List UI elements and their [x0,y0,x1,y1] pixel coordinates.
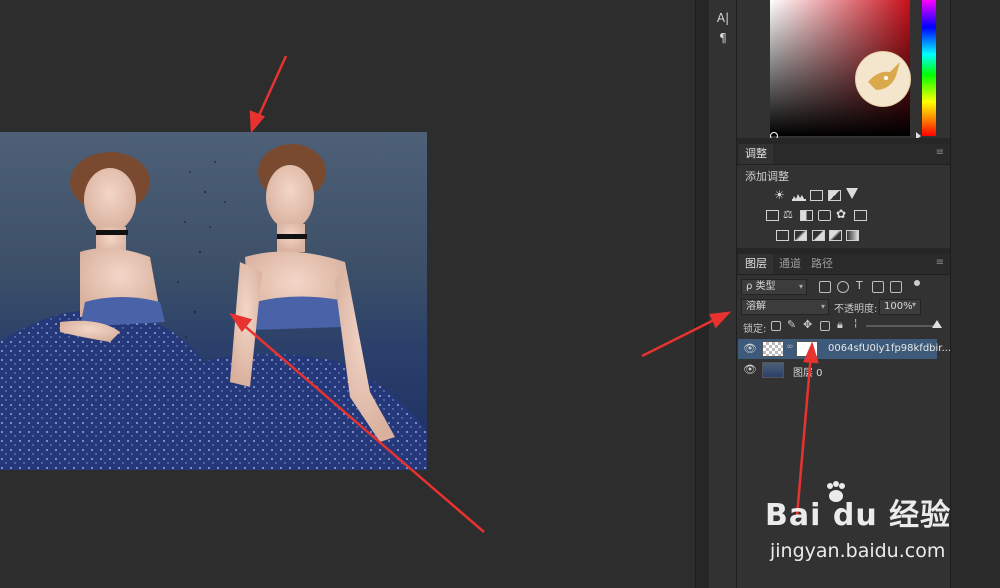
threshold-icon[interactable] [812,230,825,241]
visibility-eye-icon[interactable]: 👁︎ [743,342,757,355]
photo-filter-icon[interactable] [818,210,831,221]
blend-mode-select[interactable]: 溶解 ▾ [741,299,829,315]
hue-slider[interactable] [922,0,936,136]
filter-toggle-icon[interactable] [914,280,920,286]
hue-saturation-icon[interactable] [766,210,779,221]
layer-row[interactable]: 👁︎ ∞ 0064sfU0ly1fp98kfdbir... [738,339,951,359]
paragraph-icon: ¶ [719,31,727,45]
tab-paths[interactable]: 路径 [805,254,839,274]
collapsed-panel-strip: A| ¶ [709,0,737,588]
filter-adjustment-icon[interactable] [837,281,849,293]
lock-artboard-icon[interactable] [820,321,830,331]
tab-layers[interactable]: 图层 [739,254,773,274]
selective-color-icon[interactable] [829,230,842,241]
gradient-map-icon[interactable] [846,230,859,241]
fill-label-icon: ¦ [854,318,858,329]
bird-logo-icon [856,52,910,106]
tab-adjustments[interactable]: 调整 [739,144,773,164]
panel-menu-icon[interactable] [940,0,946,6]
filter-pixel-icon[interactable] [819,281,831,293]
curves-icon[interactable] [810,190,823,201]
lock-paint-brush-icon[interactable]: ✎ [787,318,796,331]
layers-panel-header: 图层 通道 路径 ≡ [737,254,950,275]
layer-filter-select[interactable]: ρ 类型 ▾ [741,279,807,295]
lock-all-icon[interactable]: 🔒︎ [837,318,843,332]
invert-icon[interactable] [776,230,789,241]
baidu-jingyan-watermark: Bai du 经验 jingyan.baidu.com [765,478,955,578]
panel-divider[interactable] [695,0,710,588]
layer-name[interactable]: 图层 0 [793,364,823,379]
mask-link-icon[interactable]: ∞ [786,342,794,352]
channel-mixer-icon[interactable]: ✿ [836,207,846,221]
posterize-icon[interactable] [794,230,807,241]
blend-mode-value: 溶解 [746,301,766,312]
watermark-brand: Bai du 经验 [765,498,952,533]
tab-channels[interactable]: 通道 [773,254,807,274]
layers-menu-icon[interactable]: ≡ [936,258,944,268]
chevron-down-icon: ▾ [798,282,803,291]
color-balance-icon[interactable]: ⚖ [783,208,793,221]
adjustments-panel-header: 调整 ≡ [737,144,950,165]
document-photo[interactable] [0,132,427,470]
filter-type-icon[interactable]: T [856,279,863,292]
vibrance-icon[interactable] [846,188,858,199]
layer-thumbnail [762,362,784,378]
levels-icon[interactable] [792,191,806,201]
brightness-contrast-icon[interactable]: ☀ [774,188,785,202]
layer-name[interactable]: 0064sfU0ly1fp98kfdbir... [828,343,951,354]
color-lookup-icon[interactable] [854,210,867,221]
fill-slider-handle[interactable] [932,320,942,328]
exposure-icon[interactable] [828,190,841,201]
layer-mask-thumbnail[interactable] [796,341,818,357]
watermark-url: jingyan.baidu.com [770,540,946,562]
add-adjustment-label: 添加调整 [745,170,789,183]
paragraph-panel-button[interactable]: ¶ [713,30,733,46]
layer-thumbnail [762,341,784,357]
opacity-label: 不透明度: [834,304,878,315]
adjustments-menu-icon[interactable]: ≡ [936,148,944,158]
lock-transparent-icon[interactable] [771,321,781,331]
opacity-value: 100% [884,301,913,312]
opacity-chevron-icon[interactable]: ▾ [912,300,916,309]
filter-shape-icon[interactable] [872,281,884,293]
lock-position-move-icon[interactable]: ✥ [803,318,812,331]
layer-row[interactable]: 👁︎ 图层 0 [738,360,937,380]
chevron-down-icon: ▾ [820,302,825,311]
document-canvas[interactable] [0,0,695,588]
dock-edge [950,0,1000,588]
black-white-icon[interactable] [800,210,813,221]
photo-illustration [0,144,427,470]
paw-logo-icon [823,480,849,506]
filter-smart-object-icon[interactable] [890,281,902,293]
layer-filter-value: ρ 类型 [746,281,776,292]
fill-slider[interactable] [866,325,936,327]
character-panel-button[interactable]: A| [713,10,733,26]
character-icon: A| [716,11,730,25]
visibility-eye-icon[interactable]: 👁︎ [743,363,757,376]
lock-label: 锁定: [743,324,767,335]
